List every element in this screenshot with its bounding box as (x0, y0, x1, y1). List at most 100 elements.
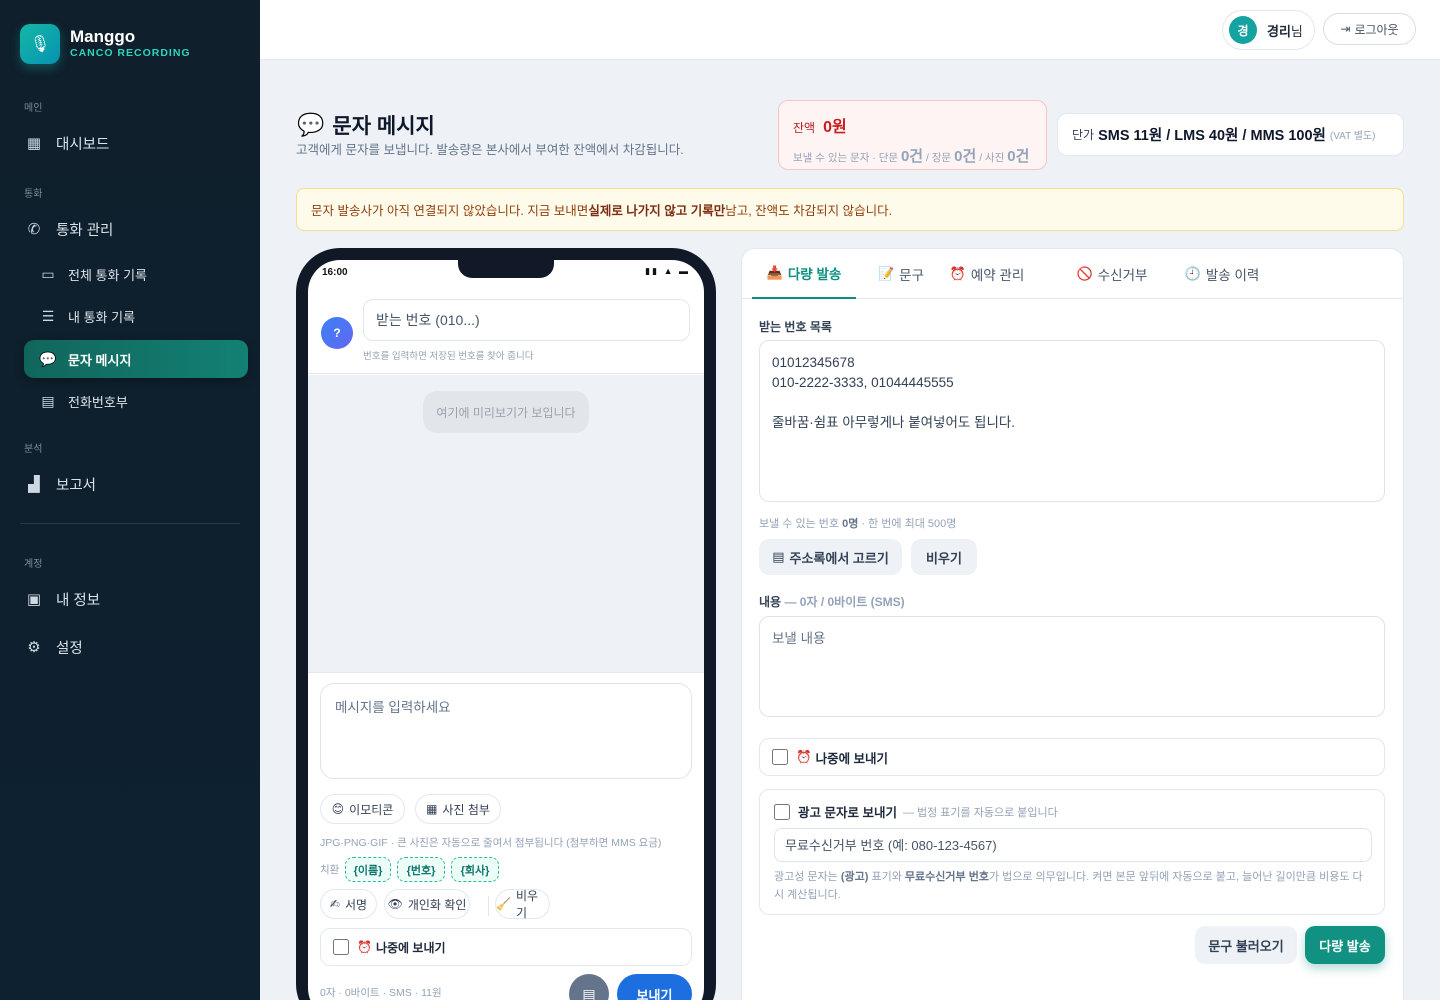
chip-separator (488, 896, 489, 916)
phone-preview: 16:00 ▮▮ ▲ ▬ ? 번호를 입력하면 저장된 번호를 찾아 줍니다 여… (296, 248, 716, 1000)
bar-chart-icon: ▟ (28, 476, 40, 493)
broom-icon: 🧹 (496, 897, 511, 911)
page-title: 💬 문자 메시지 (297, 112, 435, 138)
photo-icon: ▦ (426, 802, 438, 816)
chat-bubble-icon: 💬 (297, 112, 325, 137)
signature-button[interactable]: ✍ 서명 (320, 889, 377, 919)
sidebar-item-reports[interactable]: ▟ 보고서 (24, 465, 248, 503)
logout-button[interactable]: ⇥ 로그아웃 (1323, 13, 1416, 45)
clock-icon: 🕘 (1184, 266, 1201, 281)
sidebar-item-label: 통화 관리 (56, 222, 114, 239)
send-button[interactable]: 보내기 (617, 974, 692, 1000)
token-name[interactable]: {이름} (345, 857, 391, 882)
alarm-clock-icon: ⏰ (796, 749, 812, 764)
balance-label: 잔액 (793, 121, 816, 135)
brand-name: Manggo (70, 27, 136, 46)
eye-icon: 👁 (387, 897, 403, 911)
sidebar-item-label: 내 정보 (56, 592, 101, 609)
bulk-send-later-checkbox[interactable] (772, 749, 788, 765)
sidebar-item-call-management[interactable]: ✆ 통화 관리 (24, 210, 248, 248)
bulk-send-later-toggle[interactable]: ⏰ 나중에 보내기 (759, 738, 1385, 776)
numbers-textarea[interactable]: 01012345678 010-2222-3333, 01044445555 줄… (759, 340, 1385, 502)
emoji-button[interactable]: 😊 이모티콘 (320, 794, 405, 824)
message-input[interactable] (320, 683, 692, 779)
recipient-input[interactable] (363, 299, 690, 341)
brand-subtitle: CANCO RECORDING (70, 47, 191, 59)
bulk-send-button[interactable]: 다량 발송 (1305, 926, 1385, 964)
memo-icon: 📝 (877, 266, 895, 281)
dashboard-icon: ▦ (26, 135, 42, 152)
sidebar-item-settings[interactable]: ⚙ 설정 (24, 628, 248, 666)
sidebar-item-my-info[interactable]: ▣ 내 정보 (24, 580, 248, 618)
status-time: 16:00 (322, 267, 348, 278)
balance-value: 0원 (823, 119, 847, 136)
bulk-send-panel: 📥 다량 발송 📝 문구 ⏰ 예약 관리 🚫 수신거부 🕘 발송 이력 받는 번호 목록 … (741, 248, 1404, 1000)
tab-bulk-send[interactable]: 📥 다량 발송 (752, 249, 856, 299)
section-label-main: 메인 (24, 103, 43, 114)
folder-icon: ▭ (41, 265, 55, 282)
tab-phrases[interactable]: 📝 문구 (866, 249, 936, 299)
pricing-card: 단가 SMS 11원 / LMS 40원 / MMS 100원 (VAT 별도) (1057, 113, 1404, 156)
save-draft-button[interactable]: ▤ (569, 974, 609, 1000)
smile-icon: 😊 (331, 802, 345, 816)
sidebar: 🎙 Manggo CANCO RECORDING 메인 ▦ 대시보드 통화 ✆ … (0, 0, 260, 1000)
section-label-account: 계정 (24, 559, 43, 570)
pick-from-contacts-button[interactable]: ▤ 주소록에서 고르기 (759, 539, 902, 575)
sidebar-item-label: 대시보드 (56, 136, 110, 153)
avatar: 경 (1229, 16, 1257, 44)
sidebar-item-my-calls[interactable]: ☰ 내 통화 기록 (24, 297, 248, 335)
preview-bubble: 여기에 미리보기가 보입니다 (423, 391, 589, 433)
personalize-check-button[interactable]: 👁 개인화 확인 (384, 889, 470, 919)
page-description: 고객에게 문자를 보냅니다. 발송량은 본사에서 부여한 잔액에서 차감됩니다. (296, 143, 684, 157)
tab-unsubscribe[interactable]: 🚫 수신거부 (1062, 249, 1162, 299)
sidebar-item-label: 문자 메시지 (68, 352, 132, 368)
sidebar-item-label: 전체 통화 기록 (68, 267, 147, 283)
status-icons: ▮▮ ▲ ▬ (645, 266, 690, 276)
balance-card: 잔액 0원 보낼 수 있는 문자 · 단문 0건 / 장문 0건 / 사진 0건 (778, 100, 1047, 170)
prohibited-icon: 🚫 (1076, 266, 1093, 281)
attach-photo-button[interactable]: ▦ 사진 첨부 (415, 794, 501, 824)
contacts-icon: ▤ (772, 549, 785, 564)
pricing-value: SMS 11원 / LMS 40원 / MMS 100원 (1098, 128, 1326, 144)
tab-reservations[interactable]: ⏰ 예약 관리 (928, 249, 1046, 299)
sidebar-item-phonebook[interactable]: ▤ 전화번호부 (24, 382, 248, 420)
sidebar-item-all-calls[interactable]: ▭ 전체 통화 기록 (24, 255, 248, 293)
panel-tabs: 📥 다량 발송 📝 문구 ⏰ 예약 관리 🚫 수신거부 🕘 발송 이력 (742, 249, 1403, 299)
ad-message-checkbox[interactable] (774, 803, 790, 820)
sidebar-item-sms[interactable]: 💬 문자 메시지 (24, 340, 248, 378)
tab-history[interactable]: 🕘 발송 이력 (1172, 249, 1272, 299)
save-icon: ▤ (582, 985, 596, 1000)
token-number[interactable]: {번호} (397, 857, 445, 882)
brand[interactable]: 🎙 Manggo CANCO RECORDING (20, 24, 191, 64)
content-textarea[interactable]: 보낼 내용 (759, 616, 1385, 717)
section-label-analysis: 분석 (24, 444, 43, 455)
ad-legal-note: 광고성 문자는 (광고) 표기와 무료수신거부 번호가 법으로 의무입니다. 켜… (774, 871, 1363, 901)
recipient-hint: 번호를 입력하면 저장된 번호를 찾아 줍니다 (363, 351, 534, 362)
sidebar-item-label: 보고서 (56, 477, 97, 494)
content-label: 내용 — 0자 / 0바이트 (SMS) (759, 595, 905, 609)
user-name: 경리님 (1267, 23, 1303, 39)
clear-message-button[interactable]: 🧹 비우기 (495, 889, 550, 920)
pen-icon: ✍ (329, 897, 340, 911)
sidebar-item-label: 전화번호부 (68, 394, 128, 410)
message-counter: 0자 · 0바이트 · SMS · 11원 (320, 987, 442, 999)
section-label-call: 통화 (24, 189, 43, 200)
send-later-checkbox[interactable] (333, 939, 349, 955)
user-menu[interactable]: 경 경리님 (1222, 10, 1315, 50)
send-later-toggle[interactable]: ⏰ 나중에 보내기 (320, 928, 692, 966)
inbox-send-icon: 📥 (766, 265, 783, 280)
sendable-counts: 보낼 수 있는 문자 · 단문 0건 / 장문 0건 / 사진 0건 (793, 148, 1030, 165)
token-company[interactable]: {회사} (451, 857, 499, 882)
ad-message-section: 광고 문자로 보내기 — 법정 표기를 자동으로 붙입니다 광고성 문자는 (광… (759, 789, 1385, 915)
recipient-avatar: ? (321, 317, 353, 349)
contacts-book-icon: ▤ (41, 392, 55, 409)
unsubscribe-number-input[interactable] (774, 828, 1372, 862)
clear-numbers-button[interactable]: 비우기 (911, 539, 977, 575)
logout-icon: ⇥ (1340, 22, 1351, 36)
mic-icon: 🎙 (20, 24, 60, 64)
numbers-note: 보낼 수 있는 번호 0명 · 한 번에 최대 500명 (759, 518, 957, 530)
ad-message-label: 광고 문자로 보내기 (798, 806, 897, 820)
load-phrase-button[interactable]: 문구 불러오기 (1195, 926, 1297, 964)
photo-note: JPG·PNG·GIF · 큰 사진은 자동으로 줄여서 첨부됩니다 (첨부하면… (320, 837, 662, 849)
sidebar-item-dashboard[interactable]: ▦ 대시보드 (24, 124, 248, 162)
